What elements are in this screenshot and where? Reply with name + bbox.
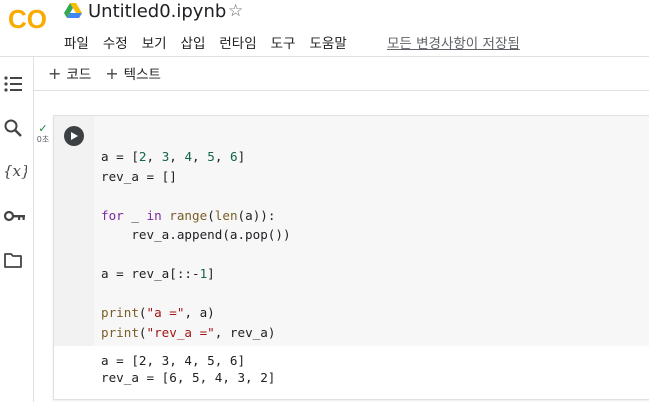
add-code-label: 코드 (66, 67, 92, 83)
add-text-button[interactable]: + 텍스트 (105, 63, 161, 84)
run-cell-button[interactable] (64, 126, 84, 146)
header-divider (0, 56, 649, 57)
code-line: rev_a = [] (101, 168, 177, 184)
notebook-title[interactable]: Untitled0.ipynb (88, 1, 226, 22)
menu-runtime[interactable]: 런타임 (219, 32, 256, 52)
cell-toolbar: + 코드 + 텍스트 (48, 63, 175, 84)
add-code-button[interactable]: + 코드 (48, 63, 92, 84)
star-icon[interactable]: ☆ (228, 1, 243, 21)
output-line: a = [2, 3, 4, 5, 6] (101, 353, 246, 368)
variables-icon[interactable]: {x} (3, 161, 27, 181)
menu-bar: 파일 수정 보기 삽입 런타임 도구 도움말 (64, 32, 361, 52)
code-line: print("rev_a =", rev_a) (101, 324, 276, 340)
menu-edit[interactable]: 수정 (103, 32, 128, 52)
plus-icon: + (105, 63, 119, 83)
add-text-label: 텍스트 (123, 67, 161, 83)
toc-icon[interactable] (3, 74, 23, 94)
code-line: rev_a.append(a.pop()) (101, 227, 291, 242)
code-cell[interactable]: a = [2, 3, 4, 5, 6] rev_a = [] for _ in … (53, 115, 649, 400)
execution-time: 0초 (36, 135, 50, 144)
secrets-key-icon[interactable] (3, 206, 27, 226)
menu-file[interactable]: 파일 (64, 32, 89, 52)
cell-output: a = [2, 3, 4, 5, 6] rev_a = [6, 5, 4, 3,… (101, 352, 275, 386)
output-line: rev_a = [6, 5, 4, 3, 2] (101, 370, 276, 385)
code-line: print("a =", a) (101, 305, 215, 320)
plus-icon: + (48, 63, 62, 83)
cell-gutter (54, 116, 94, 346)
execution-status: ✓ 0초 (35, 122, 51, 145)
google-drive-icon[interactable] (64, 3, 82, 19)
code-line: a = [2, 3, 4, 5, 6] (101, 149, 246, 164)
menu-help[interactable]: 도움말 (309, 32, 346, 52)
colab-logo[interactable]: CO (8, 6, 50, 32)
svg-text:{x}: {x} (3, 162, 27, 180)
menu-insert[interactable]: 삽입 (181, 32, 206, 52)
menu-view[interactable]: 보기 (142, 32, 167, 52)
code-line: a = rev_a[::-1] (101, 266, 215, 281)
play-icon (71, 132, 78, 140)
toolbar-divider (33, 90, 649, 91)
code-line: for _ in range(len(a)): (101, 207, 276, 223)
colab-logo-text: CO (8, 6, 47, 32)
save-status[interactable]: 모든 변경사항이 저장됨 (387, 32, 520, 52)
menu-tools[interactable]: 도구 (271, 32, 296, 52)
check-icon: ✓ (38, 122, 48, 135)
left-rail: {x} (0, 57, 34, 402)
code-editor-content[interactable]: a = [2, 3, 4, 5, 6] rev_a = [] for _ in … (101, 147, 291, 342)
folder-icon[interactable] (3, 250, 23, 270)
search-icon[interactable] (3, 118, 23, 138)
